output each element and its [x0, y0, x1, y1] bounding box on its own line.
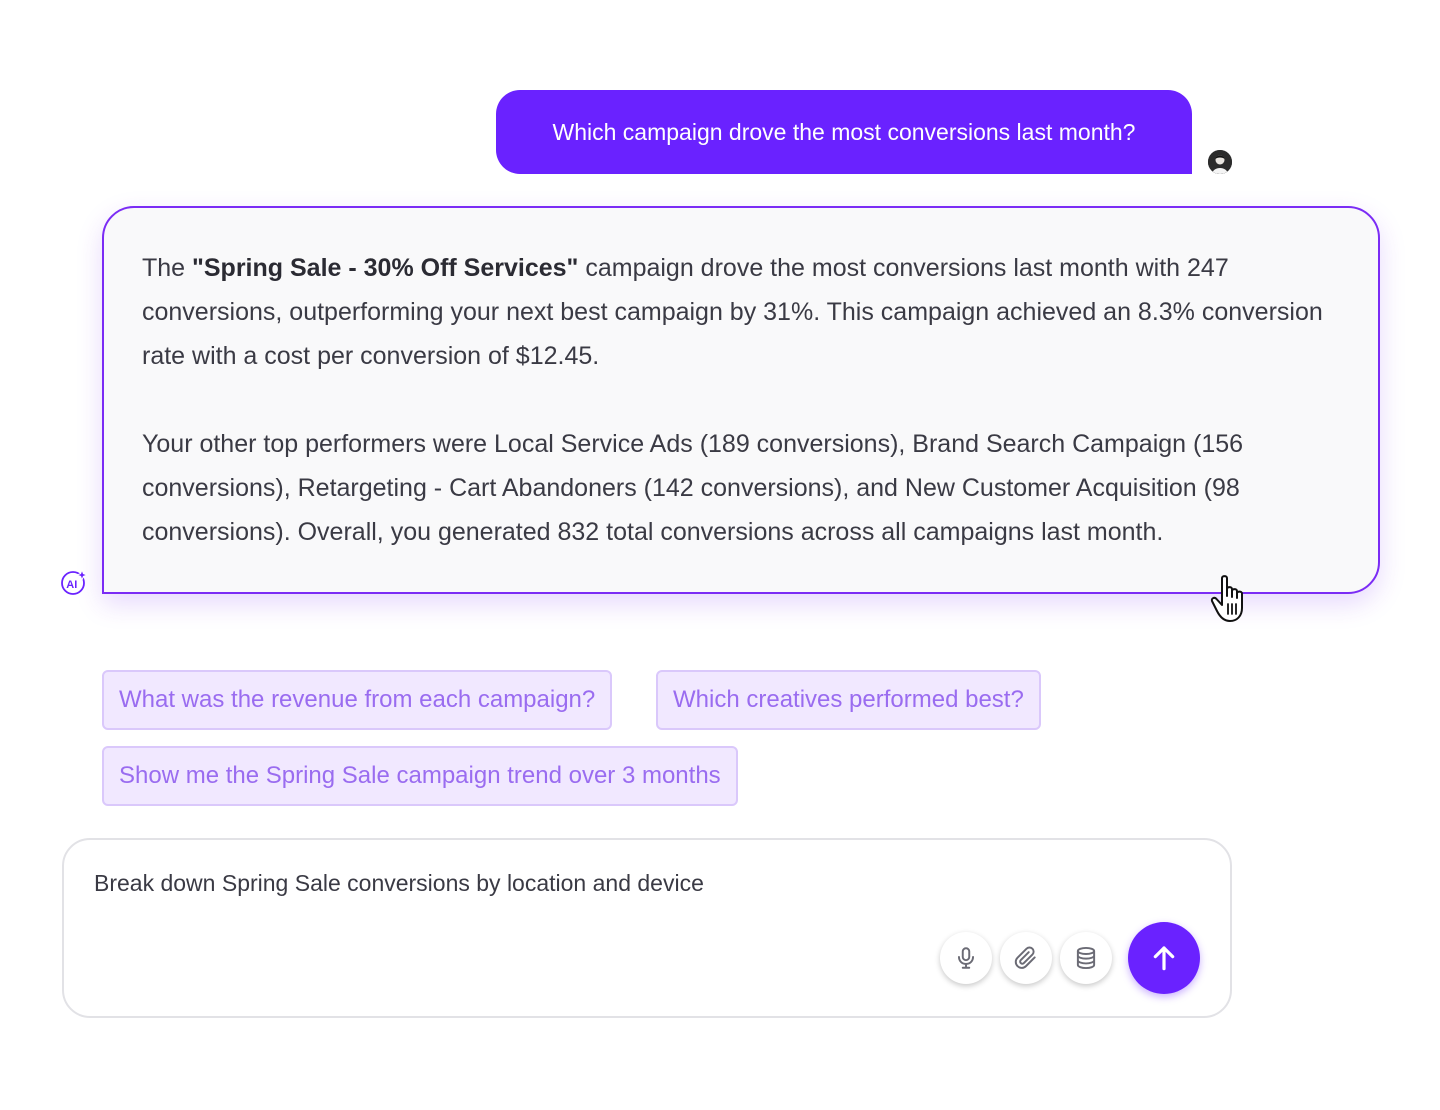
- arrow-up-icon: [1153, 946, 1175, 971]
- ai-sparkle-icon: AI: [61, 568, 88, 595]
- paperclip-icon: [1014, 946, 1036, 969]
- suggestion-chip-creatives[interactable]: Which creatives performed best?: [656, 670, 1041, 730]
- attach-file-button[interactable]: [1000, 932, 1052, 984]
- ai-response-paragraph-2: Your other top performers were Local Ser…: [142, 430, 1244, 546]
- user-avatar: [1208, 150, 1232, 174]
- user-message-text: Which campaign drove the most conversion…: [552, 119, 1136, 145]
- send-button[interactable]: [1128, 922, 1200, 994]
- suggestion-chip-revenue[interactable]: What was the revenue from each campaign?: [102, 670, 613, 730]
- ai-response-card: The "Spring Sale - 30% Off Services" cam…: [102, 206, 1380, 594]
- campaign-name-highlight: "Spring Sale - 30% Off Services": [192, 254, 579, 282]
- svg-text:AI: AI: [66, 579, 77, 591]
- suggestion-chip-trend[interactable]: Show me the Spring Sale campaign trend o…: [102, 746, 738, 806]
- microphone-icon: [957, 947, 975, 969]
- user-message-bubble: Which campaign drove the most conversion…: [496, 90, 1192, 174]
- hand-cursor-icon: [1210, 575, 1243, 622]
- database-icon: [1076, 946, 1096, 970]
- message-input[interactable]: Break down Spring Sale conversions by lo…: [94, 870, 704, 897]
- ai-response-paragraph-1: The "Spring Sale - 30% Off Services" cam…: [142, 254, 1323, 370]
- microphone-button[interactable]: [940, 932, 992, 984]
- message-composer[interactable]: Break down Spring Sale conversions by lo…: [62, 838, 1232, 1018]
- database-button[interactable]: [1060, 932, 1112, 984]
